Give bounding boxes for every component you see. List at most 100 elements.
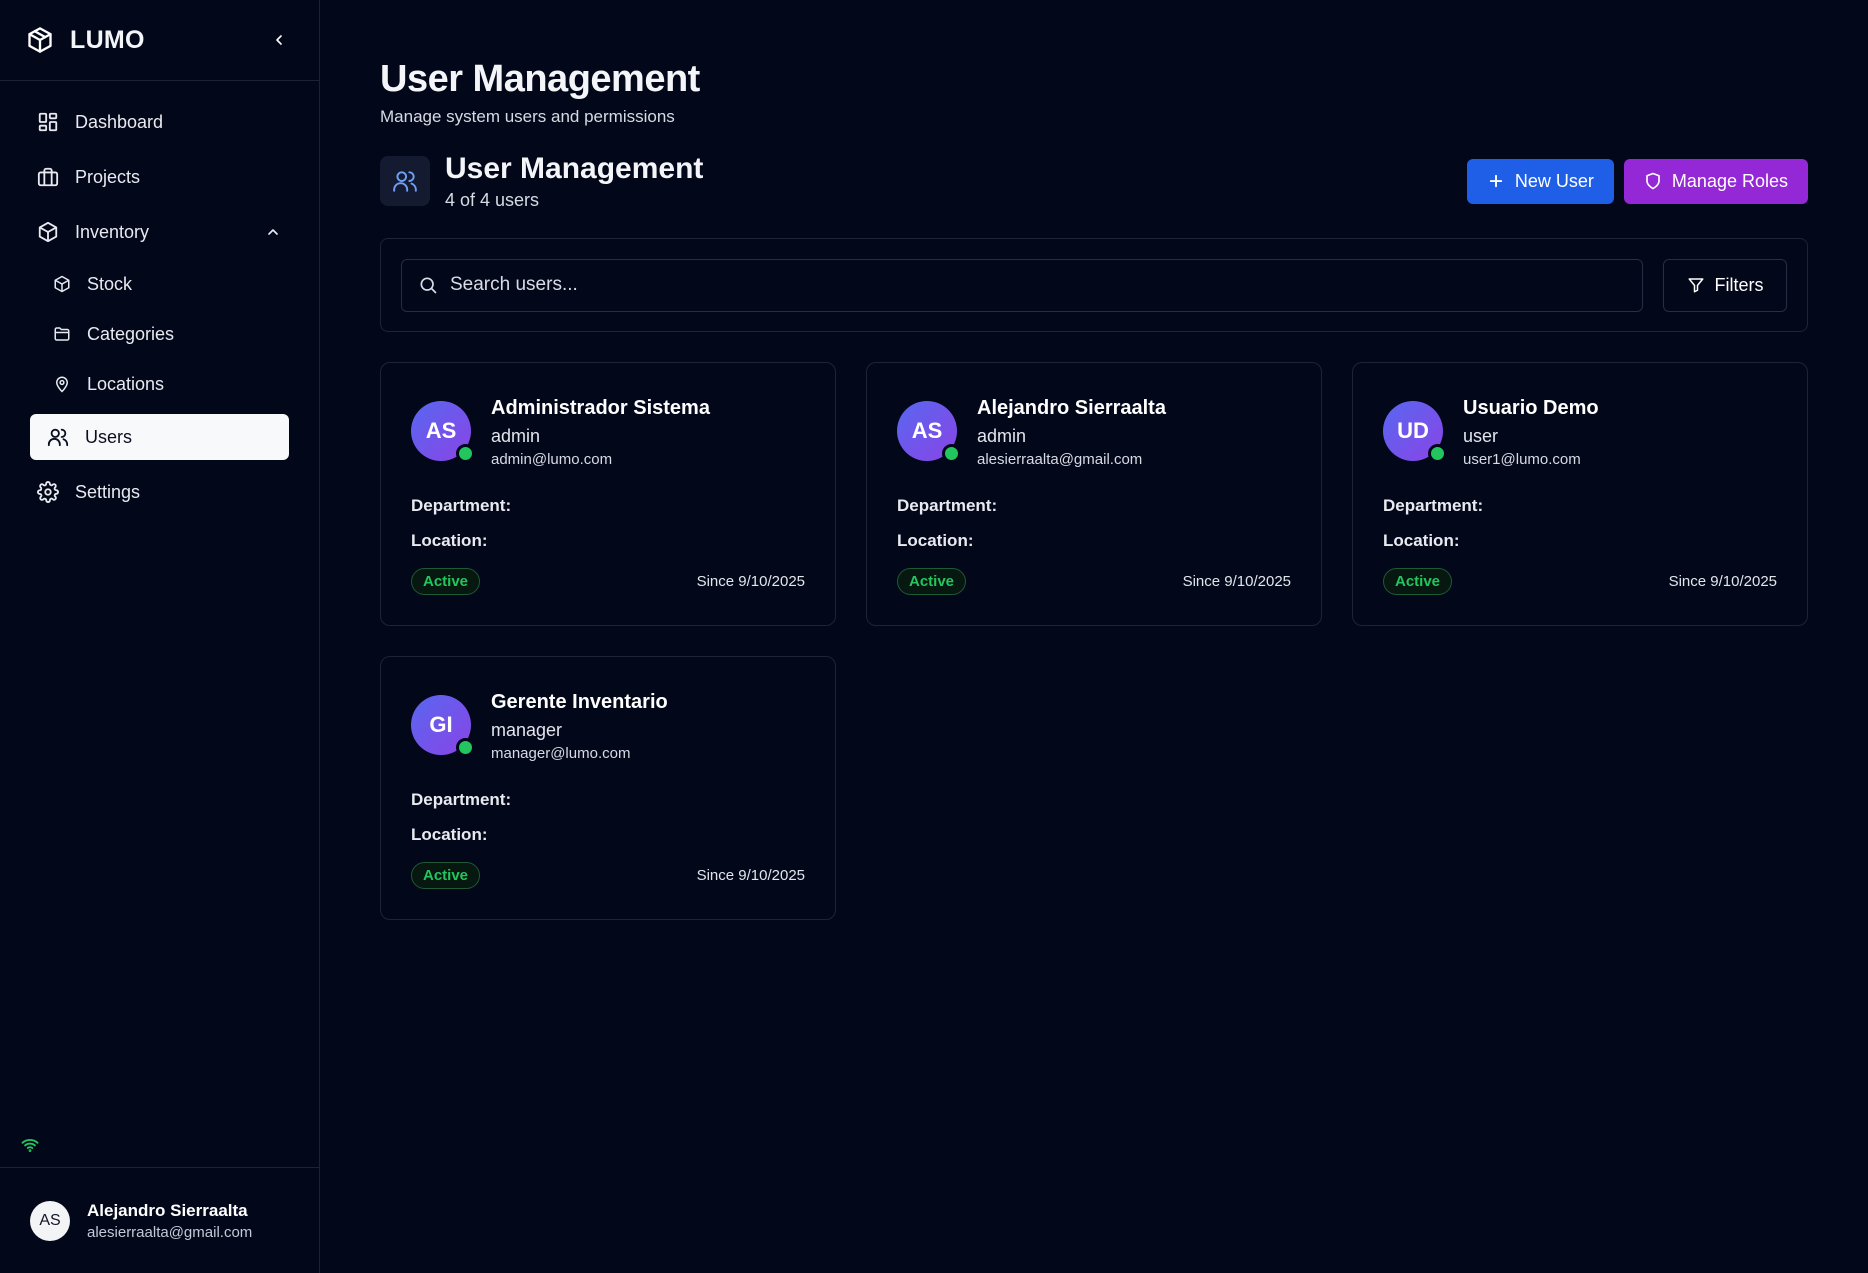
online-status-dot xyxy=(942,444,961,463)
avatar-initials: GI xyxy=(429,712,453,737)
user-email: alesierraalta@gmail.com xyxy=(977,451,1143,468)
search-icon xyxy=(418,275,438,295)
user-email: manager@lumo.com xyxy=(491,745,631,762)
shield-icon xyxy=(1644,172,1662,190)
avatar-initials: UD xyxy=(1397,418,1429,443)
member-since: Since 9/10/2025 xyxy=(696,867,805,884)
location-label: Location: xyxy=(1383,531,1460,550)
brand-name: LUMO xyxy=(70,25,145,54)
user-name: Administrador Sistema xyxy=(491,397,710,419)
gear-icon xyxy=(36,480,60,504)
avatar: AS xyxy=(30,1200,70,1241)
search-box[interactable] xyxy=(401,258,1643,312)
layout-grid-icon xyxy=(36,110,60,134)
users-icon xyxy=(46,425,70,449)
chevron-up-icon xyxy=(265,224,281,240)
filter-icon xyxy=(1687,276,1705,294)
avatar-initials: AS xyxy=(911,418,943,443)
user-card[interactable]: AS Alejandro Sierraalta admin alesierraa… xyxy=(866,362,1322,626)
sidebar-item-categories[interactable]: Categories xyxy=(52,314,289,354)
sidebar-item-label: Dashboard xyxy=(75,111,164,132)
sidebar-item-label: Stock xyxy=(87,273,133,294)
avatar: AS xyxy=(897,401,961,463)
status-badge: Active xyxy=(897,568,967,595)
user-grid: AS Administrador Sistema admin admin@lum… xyxy=(380,362,1808,920)
profile-name: Alejandro Sierraalta xyxy=(87,1200,248,1220)
user-role: admin xyxy=(491,426,541,446)
user-count: 4 of 4 users xyxy=(445,189,540,210)
online-status-dot xyxy=(1428,444,1447,463)
department-label: Department: xyxy=(897,496,998,515)
new-user-label: New User xyxy=(1514,170,1594,191)
avatar: GI xyxy=(411,695,475,757)
profile-email: alesierraalta@gmail.com xyxy=(87,1223,253,1241)
sidebar-item-settings[interactable]: Settings xyxy=(30,469,289,515)
filters-label: Filters xyxy=(1714,274,1764,295)
user-name: Gerente Inventario xyxy=(491,691,668,713)
plus-icon xyxy=(1487,172,1505,190)
sidebar-item-label: Locations xyxy=(87,373,165,394)
sidebar-item-inventory[interactable]: Inventory xyxy=(30,209,289,255)
filters-button[interactable]: Filters xyxy=(1663,258,1787,312)
status-badge: Active xyxy=(411,862,481,889)
department-label: Department: xyxy=(411,496,512,515)
page-title: User Management xyxy=(380,58,700,100)
user-email: admin@lumo.com xyxy=(491,451,613,468)
package-icon xyxy=(36,220,60,244)
status-badge: Active xyxy=(411,568,481,595)
sidebar-item-label: Settings xyxy=(75,481,141,502)
wifi-icon xyxy=(20,1136,40,1159)
sidebar-item-users[interactable]: Users xyxy=(30,414,289,460)
map-pin-icon xyxy=(52,374,72,394)
user-card[interactable]: AS Administrador Sistema admin admin@lum… xyxy=(380,362,836,626)
briefcase-icon xyxy=(36,165,60,189)
main-content: User Management Manage system users and … xyxy=(320,0,1868,1273)
user-role: manager xyxy=(491,720,563,740)
sidebar-item-label: Categories xyxy=(87,323,175,344)
manage-roles-button[interactable]: Manage Roles xyxy=(1623,158,1808,204)
location-label: Location: xyxy=(411,531,488,550)
online-status-dot xyxy=(456,738,475,757)
manage-roles-label: Manage Roles xyxy=(1671,170,1788,191)
sidebar-item-dashboard[interactable]: Dashboard xyxy=(30,99,289,145)
member-since: Since 9/10/2025 xyxy=(1182,573,1291,590)
member-since: Since 9/10/2025 xyxy=(1668,573,1777,590)
sidebar-item-label: Projects xyxy=(75,166,141,187)
search-input[interactable] xyxy=(450,274,1626,296)
users-icon xyxy=(380,156,430,206)
department-label: Department: xyxy=(1383,496,1484,515)
sidebar-item-stock[interactable]: Stock xyxy=(52,264,289,304)
sidebar-nav: Dashboard Projects Inventory Stock Categ… xyxy=(0,81,319,524)
chevron-left-icon[interactable] xyxy=(265,26,293,54)
user-name: Alejandro Sierraalta xyxy=(977,397,1166,419)
user-card[interactable]: UD Usuario Demo user user1@lumo.com Depa… xyxy=(1352,362,1808,626)
user-profile[interactable]: AS Alejandro Sierraalta alesierraalta@gm… xyxy=(0,1167,319,1273)
sidebar: LUMO Dashboard Projects Inventory Stock … xyxy=(0,0,320,1273)
user-role: user xyxy=(1463,426,1499,446)
sidebar-item-label: Inventory xyxy=(75,221,150,242)
location-label: Location: xyxy=(411,825,488,844)
avatar: UD xyxy=(1383,401,1447,463)
section-title: User Management xyxy=(445,151,704,185)
box-icon xyxy=(26,25,56,55)
brand-header: LUMO xyxy=(0,0,319,81)
sidebar-item-locations[interactable]: Locations xyxy=(52,364,289,404)
header-actions: New User Manage Roles xyxy=(1466,158,1808,204)
user-role: admin xyxy=(977,426,1027,446)
location-label: Location: xyxy=(897,531,974,550)
user-card[interactable]: GI Gerente Inventario manager manager@lu… xyxy=(380,656,836,920)
avatar: AS xyxy=(411,401,475,463)
avatar-initials: AS xyxy=(425,418,457,443)
department-label: Department: xyxy=(411,790,512,809)
status-badge: Active xyxy=(1383,568,1453,595)
member-since: Since 9/10/2025 xyxy=(696,573,805,590)
section-header: User Management 4 of 4 users New User Ma… xyxy=(380,151,1808,210)
online-status-dot xyxy=(456,444,475,463)
package-icon xyxy=(52,274,72,294)
search-panel: Filters xyxy=(380,238,1808,332)
page-subtitle: Manage system users and permissions xyxy=(380,107,675,126)
sidebar-item-label: Users xyxy=(85,426,133,447)
user-email: user1@lumo.com xyxy=(1463,451,1581,468)
new-user-button[interactable]: New User xyxy=(1466,158,1614,204)
sidebar-item-projects[interactable]: Projects xyxy=(30,154,289,200)
